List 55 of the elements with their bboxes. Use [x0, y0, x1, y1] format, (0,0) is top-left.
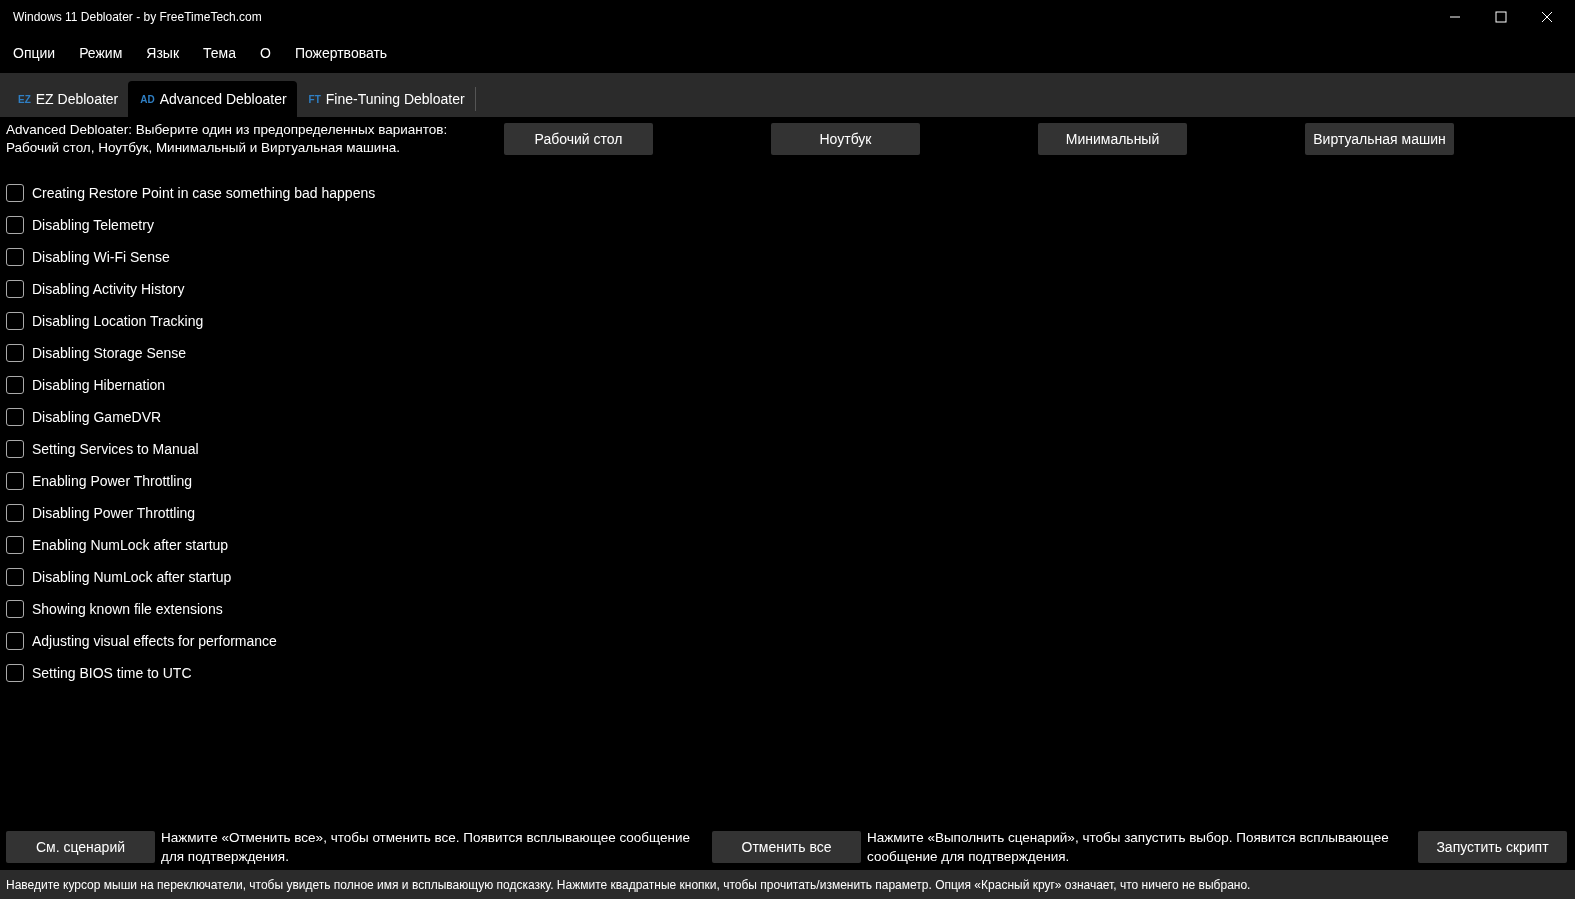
checkbox[interactable]: [6, 344, 24, 362]
checkbox[interactable]: [6, 248, 24, 266]
checkbox[interactable]: [6, 472, 24, 490]
preset-button[interactable]: Ноутбук: [771, 123, 920, 155]
option-label: Creating Restore Point in case something bad happens: [32, 185, 376, 201]
action-button[interactable]: Запустить скрипт: [1418, 831, 1567, 863]
preset-button[interactable]: Минимальный: [1038, 123, 1187, 155]
option-label: Disabling NumLock after startup: [32, 569, 232, 585]
tab[interactable]: AD Advanced Debloater: [128, 81, 297, 117]
option-label: Enabling Power Throttling: [32, 473, 193, 489]
option-label: Showing known file extensions: [32, 601, 223, 617]
checkbox[interactable]: [6, 408, 24, 426]
checkbox[interactable]: [6, 600, 24, 618]
option-label: Disabling Wi-Fi Sense: [32, 249, 170, 265]
window-title: Windows 11 Debloater - by FreeTimeTech.com: [13, 9, 262, 24]
preset-button[interactable]: Рабочий стол: [504, 123, 653, 155]
close-icon[interactable]: [1541, 10, 1553, 23]
menu-item[interactable]: Режим: [79, 45, 123, 61]
tab[interactable]: EZ EZ Debloater: [6, 81, 129, 117]
description-text: Advanced Debloater: Выберите один из предопределенных вариантов: Рабочий стол, Ноутбук, Минимальный и Виртуальная машина.: [6, 121, 449, 157]
action-button[interactable]: Отменить все: [712, 831, 861, 863]
checkbox[interactable]: [6, 664, 24, 682]
option-label: Disabling Location Tracking: [32, 313, 204, 329]
menu-item[interactable]: Тема: [203, 45, 236, 61]
action-button[interactable]: См. сценарий: [6, 831, 155, 863]
option-label: Adjusting visual effects for performance: [32, 633, 277, 649]
option-label: Disabling Telemetry: [32, 217, 154, 233]
menu-item[interactable]: Опции: [13, 45, 56, 61]
hint-text: Нажмите «Отменить все», чтобы отменить все. Появится всплывающее сообщение для подтверждения.: [161, 829, 692, 866]
maximize-icon[interactable]: [1495, 10, 1507, 23]
option-label: Disabling GameDVR: [32, 409, 162, 425]
checkbox[interactable]: [6, 504, 24, 522]
option-label: Setting Services to Manual: [32, 441, 199, 457]
option-label: Setting BIOS time to UTC: [32, 665, 192, 681]
status-bar: Наведите курсор мыши на переключатели, чтобы увидеть полное имя и всплывающую подсказку. Нажмите квадратные кнопки, чтобы прочитать/изменить параметр. Опция «Красный круг» означает, что ничего не выбрано.: [0, 870, 1575, 899]
tab[interactable]: FT Fine-Tuning Debloater: [296, 81, 475, 117]
menu-item[interactable]: Пожертвовать: [294, 45, 388, 61]
option-label: Disabling Power Throttling: [32, 505, 196, 521]
option-label: Disabling Hibernation: [32, 377, 166, 393]
option-label: Enabling NumLock after startup: [32, 537, 229, 553]
checkbox[interactable]: [6, 184, 24, 202]
preset-button[interactable]: Виртуальная машин: [1305, 123, 1454, 155]
menu-item[interactable]: О: [260, 45, 271, 61]
checkbox[interactable]: [6, 216, 24, 234]
checkbox[interactable]: [6, 632, 24, 650]
hint-text: Нажмите «Выполнить сценарий», чтобы запустить выбор. Появится всплывающее сообщение для подтверждения.: [867, 829, 1390, 866]
option-label: Disabling Storage Sense: [32, 345, 187, 361]
checkbox[interactable]: [6, 280, 24, 298]
checkbox[interactable]: [6, 440, 24, 458]
checkbox[interactable]: [6, 536, 24, 554]
menu-item[interactable]: Язык: [146, 45, 180, 61]
checkbox[interactable]: [6, 568, 24, 586]
checkbox[interactable]: [6, 312, 24, 330]
option-label: Disabling Activity History: [32, 281, 185, 297]
checkbox[interactable]: [6, 376, 24, 394]
